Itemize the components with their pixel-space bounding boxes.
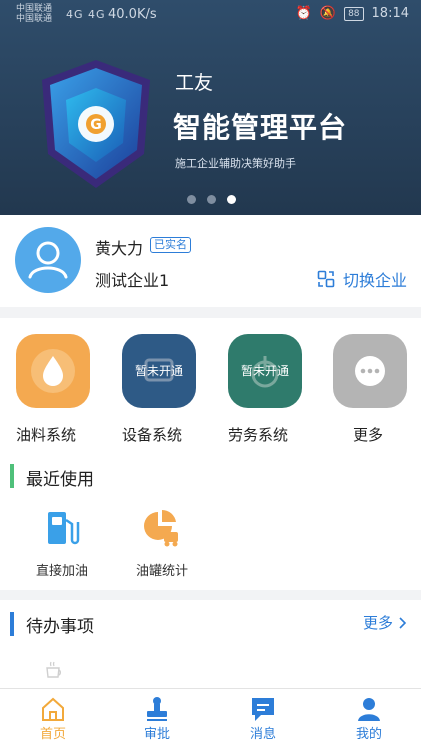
carrier-1: 中国联通 bbox=[16, 4, 53, 14]
banner[interactable]: 中国联通 中国联通 4G 4G 40.0K/s ⏰ 🔕 88 18:14 G 工… bbox=[0, 0, 421, 215]
user-card: 黄大力 已实名 测试企业1 切换企业 bbox=[0, 215, 421, 307]
more-dots-icon bbox=[333, 334, 407, 408]
app-grid: 油料系统 暂未开通 设备系统 暂未开通 劳务系统 更多 bbox=[0, 318, 421, 448]
switch-company-button[interactable]: 切换企业 bbox=[317, 267, 407, 291]
shield-logo-icon: G bbox=[42, 60, 150, 188]
signal-icon: 4G 4G bbox=[66, 8, 106, 21]
network-speed: 40.0K/s bbox=[108, 7, 157, 22]
svg-text:G: G bbox=[90, 117, 102, 133]
tab-messages[interactable]: 消息 bbox=[233, 695, 293, 742]
alarm-icon: ⏰ bbox=[295, 6, 312, 21]
person-icon bbox=[358, 698, 380, 721]
status-right: ⏰ 🔕 88 18:14 bbox=[296, 6, 409, 21]
section-accent-bar bbox=[10, 464, 14, 488]
tab-label: 我的 bbox=[355, 727, 382, 742]
banner-subtitle: 工友 bbox=[175, 72, 214, 94]
verified-badge: 已实名 bbox=[150, 237, 191, 253]
equipment-icon: 暂未开通 bbox=[122, 334, 196, 408]
recent-section: 最近使用 直接加油 油罐统计 bbox=[0, 448, 421, 590]
app-label: 设备系统 bbox=[122, 426, 183, 444]
chevron-right-icon bbox=[399, 616, 407, 629]
todo-title: 待办事项 bbox=[26, 617, 94, 637]
app-equipment-system[interactable]: 暂未开通 设备系统 bbox=[122, 334, 212, 445]
fuel-pump-icon bbox=[48, 512, 80, 545]
tab-label: 审批 bbox=[143, 727, 170, 742]
todo-section: 待办事项 更多 bbox=[0, 600, 421, 688]
section-accent-bar bbox=[10, 612, 14, 636]
tab-home[interactable]: 首页 bbox=[23, 695, 83, 742]
user-avatar-icon bbox=[28, 241, 68, 279]
avatar[interactable] bbox=[15, 227, 81, 293]
home-icon bbox=[42, 697, 64, 721]
app-screen: 中国联通 中国联通 4G 4G 40.0K/s ⏰ 🔕 88 18:14 G 工… bbox=[0, 0, 421, 750]
not-open-ribbon: 暂未开通 bbox=[134, 364, 183, 378]
carrier-2: 中国联通 bbox=[16, 14, 53, 24]
labor-icon: 暂未开通 bbox=[228, 334, 302, 408]
recent-item-fuel[interactable]: 直接加油 bbox=[12, 508, 112, 579]
mute-icon: 🔕 bbox=[319, 6, 337, 21]
user-name: 黄大力 bbox=[95, 239, 144, 258]
bottom-tab-bar: 首页 审批 消息 我的 bbox=[0, 688, 421, 750]
message-icon bbox=[252, 698, 274, 721]
banner-title: 智能管理平台 bbox=[173, 111, 348, 144]
status-bar: 中国联通 中国联通 4G 4G 40.0K/s ⏰ 🔕 88 18:14 bbox=[0, 0, 421, 30]
carrier-labels: 中国联通 中国联通 bbox=[16, 4, 52, 24]
app-label: 劳务系统 bbox=[228, 426, 289, 444]
app-more[interactable]: 更多 bbox=[333, 334, 421, 445]
company-name: 测试企业1 bbox=[95, 271, 170, 290]
recent-label: 油罐统计 bbox=[135, 564, 188, 579]
tab-approval[interactable]: 审批 bbox=[127, 695, 187, 742]
recent-title: 最近使用 bbox=[26, 470, 94, 490]
tab-label: 首页 bbox=[39, 727, 66, 742]
stamp-icon bbox=[147, 697, 167, 721]
not-open-ribbon: 暂未开通 bbox=[240, 364, 289, 378]
app-label: 油料系统 bbox=[16, 426, 77, 444]
app-oil-system[interactable]: 油料系统 bbox=[16, 334, 106, 445]
clock: 18:14 bbox=[371, 6, 409, 21]
more-label: 更多 bbox=[362, 614, 393, 632]
banner-tagline: 施工企业辅助决策好助手 bbox=[175, 157, 296, 170]
switch-icon bbox=[317, 270, 335, 288]
carousel-indicator bbox=[187, 195, 236, 204]
tab-mine[interactable]: 我的 bbox=[339, 695, 399, 742]
empty-cup-icon bbox=[46, 661, 61, 678]
recent-label: 直接加油 bbox=[35, 564, 88, 579]
todo-more-link[interactable]: 更多 bbox=[363, 612, 407, 633]
battery-icon: 88 bbox=[344, 6, 364, 21]
carousel-dot[interactable] bbox=[187, 195, 196, 204]
switch-company-label: 切换企业 bbox=[342, 271, 407, 290]
tab-label: 消息 bbox=[249, 727, 276, 742]
tank-stats-icon bbox=[144, 509, 178, 547]
app-labor-system[interactable]: 暂未开通 劳务系统 bbox=[228, 334, 318, 445]
recent-item-tank[interactable]: 油罐统计 bbox=[112, 508, 212, 579]
oil-drop-icon bbox=[16, 334, 90, 408]
carousel-dot-active[interactable] bbox=[227, 195, 236, 204]
carousel-dot[interactable] bbox=[207, 195, 216, 204]
app-label: 更多 bbox=[353, 426, 384, 444]
